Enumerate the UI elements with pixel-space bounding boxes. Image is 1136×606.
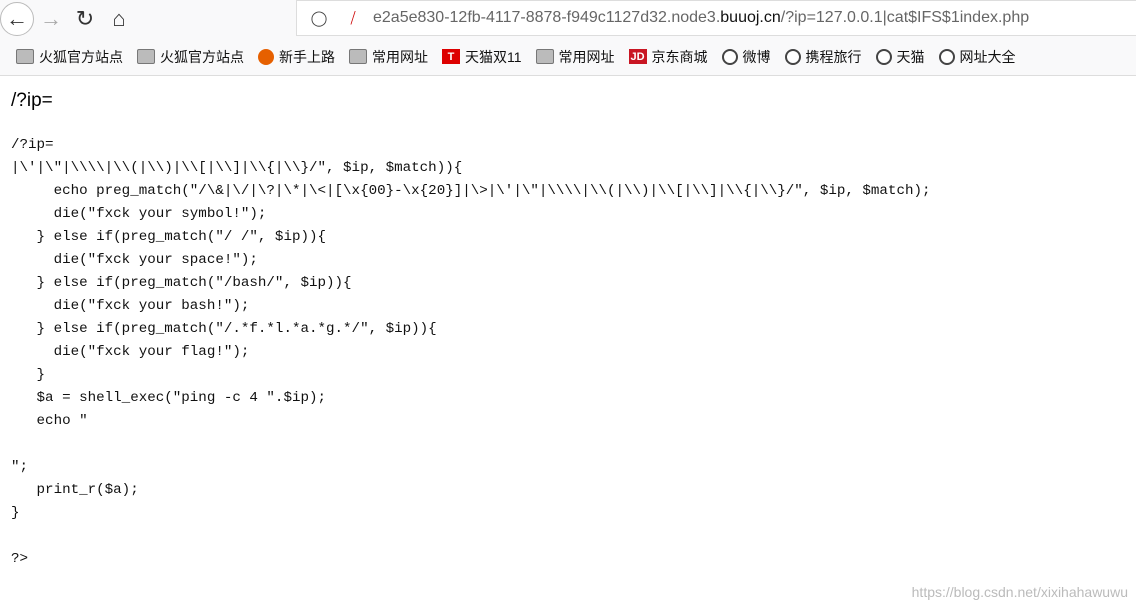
code-line: } else if(preg_match("/ /", $ip)){ (11, 229, 327, 245)
code-line: "; (11, 459, 29, 475)
code-line: die("fxck your space!"); (11, 252, 258, 268)
forward-button[interactable]: → (34, 2, 68, 36)
url-bar[interactable]: ◯ ⧸ e2a5e830-12fb-4117-8878-f949c1127d32… (296, 0, 1136, 36)
bookmark-item[interactable]: T 天猫双11 (442, 47, 522, 67)
folder-icon (349, 49, 367, 64)
code-line: } (11, 367, 46, 383)
bookmark-item[interactable]: 火狐官方站点 (137, 47, 244, 67)
jd-icon: JD (628, 49, 647, 64)
bookmark-item[interactable]: 携程旅行 (784, 47, 862, 67)
bookmark-item[interactable]: 新手上路 (258, 47, 335, 67)
url-suffix: /?ip=127.0.0.1|cat$IFS$1index.php (780, 9, 1030, 26)
bookmark-label: 微博 (742, 48, 771, 65)
globe-icon (721, 48, 738, 65)
code-line: } else if(preg_match("/.*f.*l.*a.*g.*/",… (11, 321, 437, 337)
shield-icon[interactable]: ◯ (307, 9, 331, 27)
code-line: die("fxck your flag!"); (11, 344, 250, 360)
bookmark-item[interactable]: 天猫 (875, 47, 925, 67)
code-line: echo preg_match("/\&|\/|\?|\*|\<|[\x{00}… (11, 183, 931, 199)
bookmark-item[interactable]: 网址大全 (938, 47, 1016, 67)
back-button[interactable]: ← (0, 2, 34, 36)
source-code: /?ip= |\'|\"|\\\\|\\(|\\)|\\[|\\]|\\{|\\}… (11, 134, 931, 571)
folder-icon (16, 49, 34, 64)
bookmark-label: 火狐官方站点 (160, 48, 244, 65)
insecure-lock-icon[interactable]: ⧸ (341, 10, 365, 27)
navigation-toolbar: ← → ↻ ⌂ ◯ ⧸ e2a5e830-12fb-4117-8878-f949… (0, 0, 1136, 38)
bookmark-item[interactable]: 常用网址 (535, 47, 615, 67)
globe-icon (938, 48, 955, 65)
tmall-icon: T (442, 49, 460, 64)
code-line: echo " (11, 413, 88, 429)
globe-icon (784, 48, 801, 65)
code-line: /?ip= (11, 137, 54, 153)
bookmark-item[interactable]: 微博 (721, 47, 771, 67)
bookmark-item[interactable]: 火狐官方站点 (16, 47, 123, 67)
bookmark-label: 火狐官方站点 (39, 48, 123, 65)
code-line: } else if(preg_match("/bash/", $ip)){ (11, 275, 352, 291)
bookmarks-bar: 火狐官方站点 火狐官方站点 新手上路 常用网址 T 天猫双11 常用网址 JD 京东商城 微博 携程… (0, 38, 1136, 76)
code-line: die("fxck your bash!"); (11, 298, 250, 314)
bookmark-label: 新手上路 (279, 48, 335, 65)
code-line: print_r($a); (11, 482, 139, 498)
bookmark-label: 京东商城 (651, 48, 708, 65)
bookmark-label: 天猫 (896, 48, 925, 65)
folder-icon (137, 49, 155, 64)
code-line: $a = shell_exec("ping -c 4 ".$ip); (11, 390, 327, 406)
code-line: |\'|\"|\\\\|\\(|\\)|\\[|\\]|\\{|\\}/", $… (11, 160, 463, 176)
bookmark-label: 常用网址 (558, 48, 615, 65)
bookmark-label: 网址大全 (959, 48, 1016, 65)
globe-icon (875, 48, 892, 65)
code-line: } (11, 505, 20, 521)
url-text[interactable]: e2a5e830-12fb-4117-8878-f949c1127d32.nod… (373, 9, 1029, 27)
page-heading: /?ip= (11, 90, 53, 111)
code-line: die("fxck your symbol!"); (11, 206, 267, 222)
bookmark-label: 天猫双11 (465, 48, 522, 65)
bookmark-label: 常用网址 (372, 48, 428, 65)
bookmark-label: 携程旅行 (805, 48, 862, 65)
bookmark-item[interactable]: JD 京东商城 (628, 47, 708, 67)
code-line: ?> (11, 551, 29, 567)
url-prefix: e2a5e830-12fb-4117-8878-f949c1127d32.nod… (373, 9, 721, 26)
watermark: https://blog.csdn.net/xixihahawuwu (911, 584, 1128, 600)
home-button[interactable]: ⌂ (102, 2, 136, 36)
reload-button[interactable]: ↻ (68, 2, 102, 36)
bookmark-item[interactable]: 常用网址 (349, 47, 428, 67)
folder-icon (535, 49, 554, 64)
url-domain: buuoj.cn (720, 9, 781, 26)
firefox-icon (258, 48, 274, 65)
